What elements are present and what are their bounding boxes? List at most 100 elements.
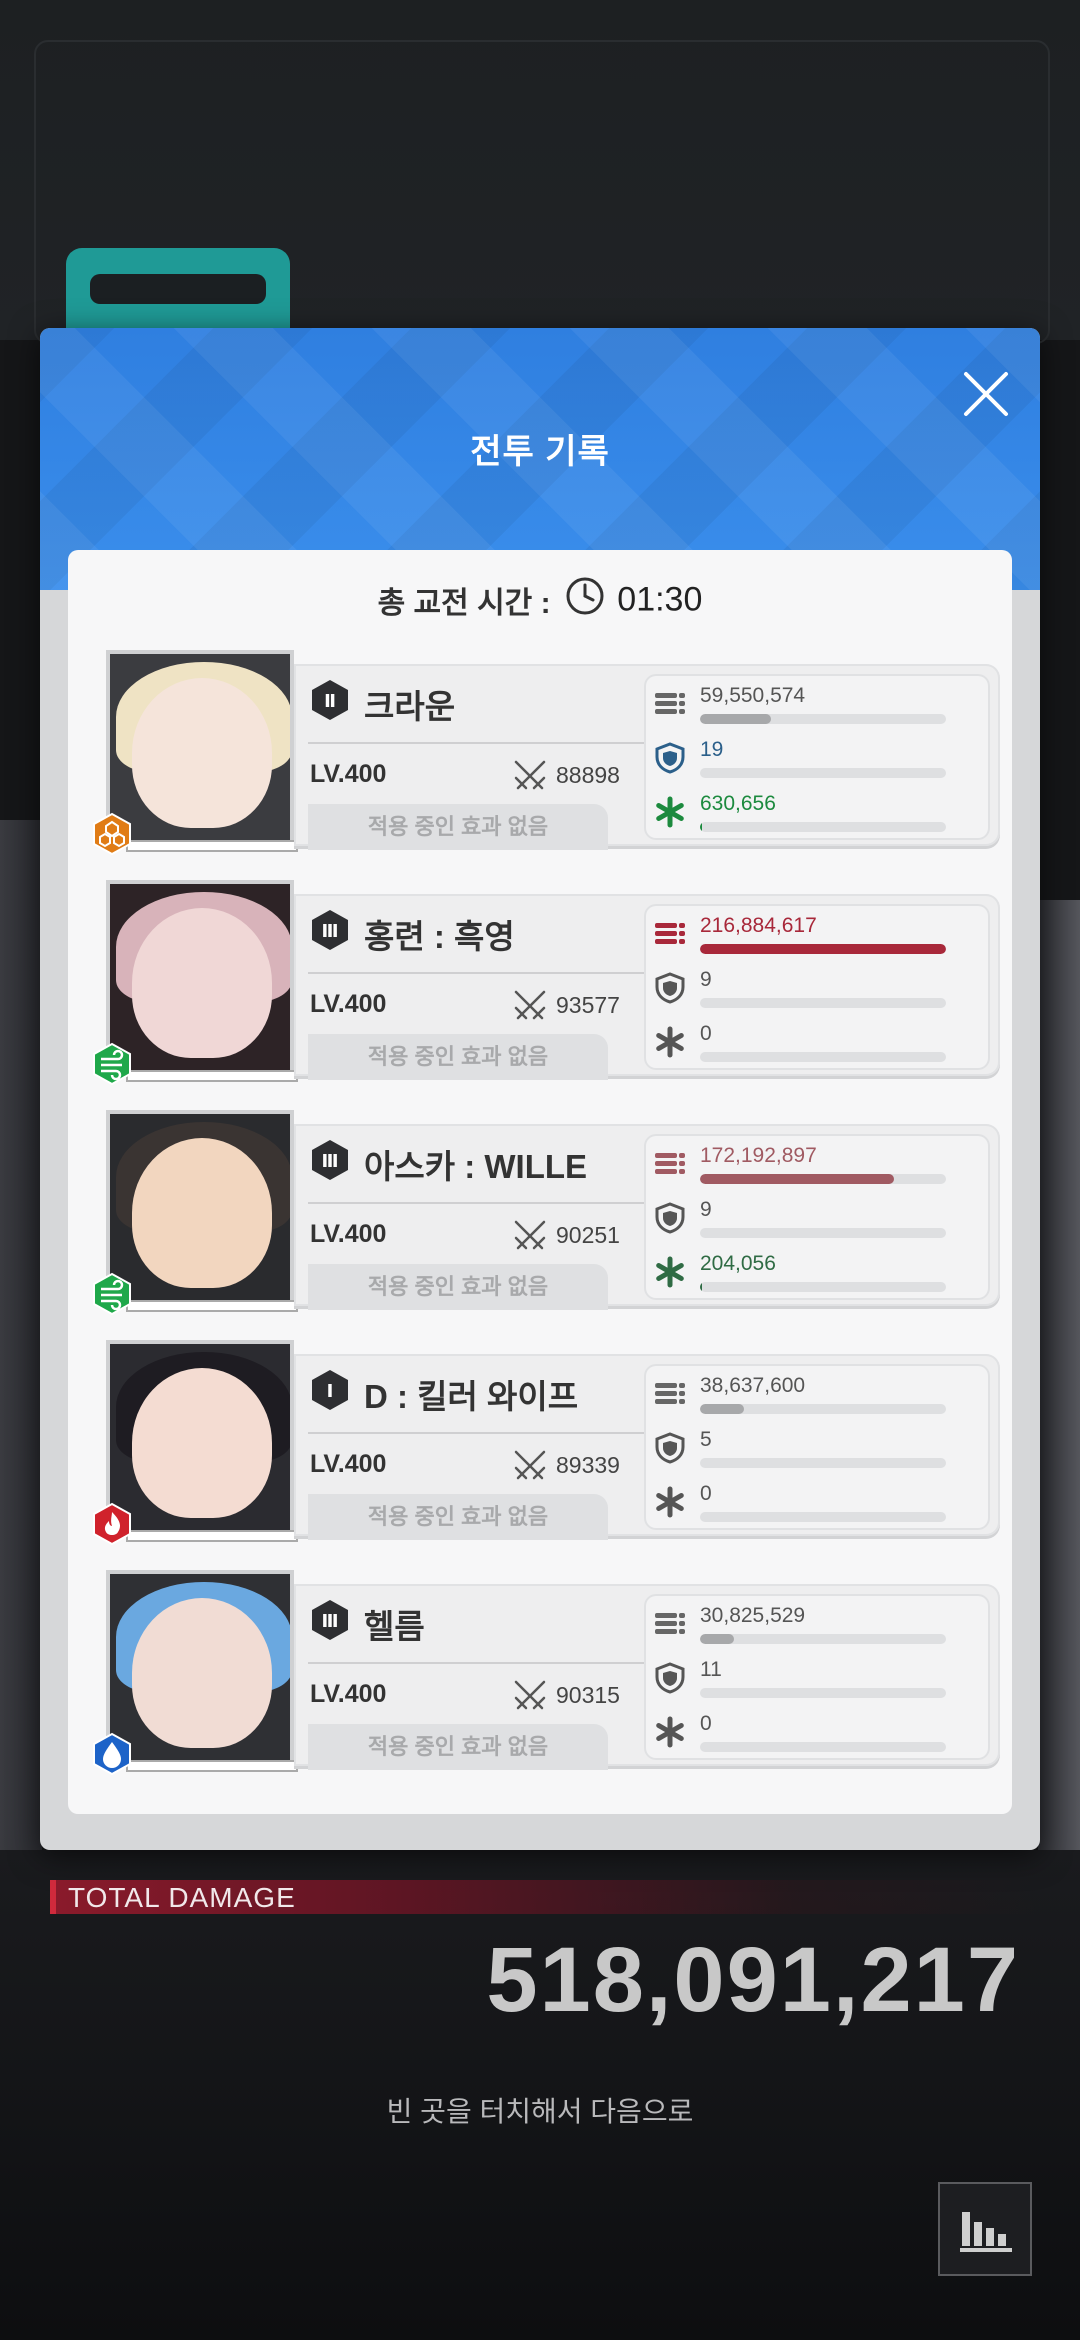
damage-value: 38,637,600 bbox=[700, 1374, 806, 1397]
portrait-base bbox=[126, 1300, 298, 1312]
shield-icon bbox=[654, 972, 686, 1004]
shield-value: 9 bbox=[700, 968, 712, 991]
shield-icon bbox=[654, 742, 686, 774]
character-record-row[interactable]: Ⅰ D : 킬러 와이프 LV.400 89339 적용 중인 효과 없음 38… bbox=[93, 1340, 1004, 1550]
total-time-label: 총 교전 시간 : bbox=[377, 587, 551, 620]
burst-rank-label: Ⅲ bbox=[321, 1611, 338, 1632]
burst-rank-label: Ⅲ bbox=[321, 921, 338, 942]
damage-bar bbox=[700, 1404, 946, 1414]
character-portrait[interactable] bbox=[106, 1110, 294, 1306]
character-record-row[interactable]: Ⅱ 크라운 LV.400 88898 적용 중인 효과 없음 59,550,57… bbox=[93, 650, 1004, 860]
element-honeycomb-icon bbox=[90, 812, 132, 858]
damage-bar-fill bbox=[700, 1634, 735, 1644]
burst-rank-icon: Ⅲ bbox=[308, 908, 352, 952]
damage-bar bbox=[700, 714, 946, 724]
active-effects-status: 적용 중인 효과 없음 bbox=[308, 1264, 608, 1310]
crossed-swords-icon bbox=[512, 1678, 548, 1712]
element-water-icon bbox=[90, 1732, 132, 1778]
element-wind-icon bbox=[90, 1042, 132, 1088]
shield-value: 19 bbox=[700, 738, 724, 761]
damage-value: 59,550,574 bbox=[700, 684, 806, 707]
heal-stat: 204,056 bbox=[654, 1252, 984, 1296]
shield-icon bbox=[654, 1432, 686, 1464]
damage-bar bbox=[700, 1634, 946, 1644]
total-time-value: 01:30 bbox=[617, 580, 703, 619]
heal-stat: 0 bbox=[654, 1022, 984, 1066]
heal-stat: 0 bbox=[654, 1482, 984, 1526]
heal-value: 0 bbox=[700, 1482, 712, 1505]
heal-bar bbox=[700, 822, 946, 832]
portrait-base bbox=[126, 1530, 298, 1542]
shield-stat: 9 bbox=[654, 1198, 984, 1242]
heal-cross-icon bbox=[654, 1486, 686, 1518]
character-name: 홍련 : 흑영 bbox=[364, 918, 515, 955]
character-name: 아스카 : WILLE bbox=[364, 1148, 588, 1185]
background-tab bbox=[66, 248, 290, 332]
burst-rank-icon: Ⅱ bbox=[308, 678, 352, 722]
combat-power: 90315 bbox=[556, 1682, 620, 1708]
character-level: LV.400 bbox=[310, 1220, 387, 1248]
background-art-left bbox=[0, 820, 42, 1850]
heal-cross-icon bbox=[654, 796, 686, 828]
crossed-swords-icon bbox=[512, 1448, 548, 1482]
burst-rank-label: Ⅲ bbox=[321, 1151, 338, 1172]
shield-stat: 11 bbox=[654, 1658, 984, 1702]
damage-bar-fill bbox=[700, 1174, 895, 1184]
bullets-icon bbox=[654, 918, 686, 950]
burst-rank-label: Ⅰ bbox=[327, 1381, 334, 1402]
shield-value: 5 bbox=[700, 1428, 712, 1451]
character-level: LV.400 bbox=[310, 760, 387, 788]
active-effects-status: 적용 중인 효과 없음 bbox=[308, 804, 608, 850]
battle-record-dialog: 전투 기록 총 교전 시간 : 01:30 Ⅱ 크라운 LV.400 88898… bbox=[40, 328, 1040, 1850]
character-portrait[interactable] bbox=[106, 1340, 294, 1536]
tap-to-continue-hint: 빈 곳을 터치해서 다음으로 bbox=[386, 2096, 694, 2127]
crossed-swords-icon bbox=[512, 988, 548, 1022]
character-info-card: Ⅲ 헬름 LV.400 90315 적용 중인 효과 없음 30,825,529… bbox=[294, 1584, 1000, 1770]
damage-bar bbox=[700, 944, 946, 954]
heal-bar bbox=[700, 1742, 946, 1752]
dialog-title: 전투 기록 bbox=[470, 433, 610, 471]
shield-bar bbox=[700, 1688, 946, 1698]
character-record-row[interactable]: Ⅲ 헬름 LV.400 90315 적용 중인 효과 없음 30,825,529… bbox=[93, 1570, 1004, 1780]
bar-chart-icon bbox=[960, 2212, 1012, 2252]
damage-value: 30,825,529 bbox=[700, 1604, 806, 1627]
character-portrait[interactable] bbox=[106, 1570, 294, 1766]
character-level: LV.400 bbox=[310, 1450, 387, 1478]
statistics-button[interactable] bbox=[938, 2182, 1032, 2276]
shield-bar bbox=[700, 998, 946, 1008]
shield-value: 9 bbox=[700, 1198, 712, 1221]
portrait-base bbox=[126, 840, 298, 852]
active-effects-status: 적용 중인 효과 없음 bbox=[308, 1034, 608, 1080]
bullets-icon bbox=[654, 1608, 686, 1640]
damage-value: 172,192,897 bbox=[700, 1144, 817, 1167]
character-name: 크라운 bbox=[364, 688, 456, 725]
heal-value: 204,056 bbox=[700, 1252, 776, 1275]
character-portrait[interactable] bbox=[106, 650, 294, 846]
damage-bar-fill bbox=[700, 1404, 745, 1414]
clock-icon bbox=[565, 576, 605, 624]
heal-bar bbox=[700, 1052, 946, 1062]
heal-stat: 0 bbox=[654, 1712, 984, 1756]
shield-icon bbox=[654, 1202, 686, 1234]
character-record-row[interactable]: Ⅲ 홍련 : 흑영 LV.400 93577 적용 중인 효과 없음 216,8… bbox=[93, 880, 1004, 1090]
active-effects-status: 적용 중인 효과 없음 bbox=[308, 1494, 608, 1540]
portrait-base bbox=[126, 1760, 298, 1772]
crossed-swords-icon bbox=[512, 758, 548, 792]
shield-stat: 19 bbox=[654, 738, 984, 782]
combat-power: 89339 bbox=[556, 1452, 620, 1478]
damage-bar-fill bbox=[700, 714, 772, 724]
heal-cross-icon bbox=[654, 1716, 686, 1748]
damage-bar-fill bbox=[700, 944, 946, 954]
combat-stats: 38,637,600 5 0 bbox=[644, 1364, 990, 1530]
character-record-row[interactable]: Ⅲ 아스카 : WILLE LV.400 90251 적용 중인 효과 없음 1… bbox=[93, 1110, 1004, 1320]
combat-stats: 30,825,529 11 0 bbox=[644, 1594, 990, 1760]
character-name: 헬름 bbox=[364, 1608, 425, 1645]
damage-stat: 172,192,897 bbox=[654, 1144, 984, 1188]
heal-value: 0 bbox=[700, 1022, 712, 1045]
bullets-icon bbox=[654, 1148, 686, 1180]
close-button[interactable] bbox=[952, 360, 1020, 428]
bullets-icon bbox=[654, 688, 686, 720]
shield-bar bbox=[700, 1458, 946, 1468]
character-portrait[interactable] bbox=[106, 880, 294, 1076]
element-wind-icon bbox=[90, 1272, 132, 1318]
